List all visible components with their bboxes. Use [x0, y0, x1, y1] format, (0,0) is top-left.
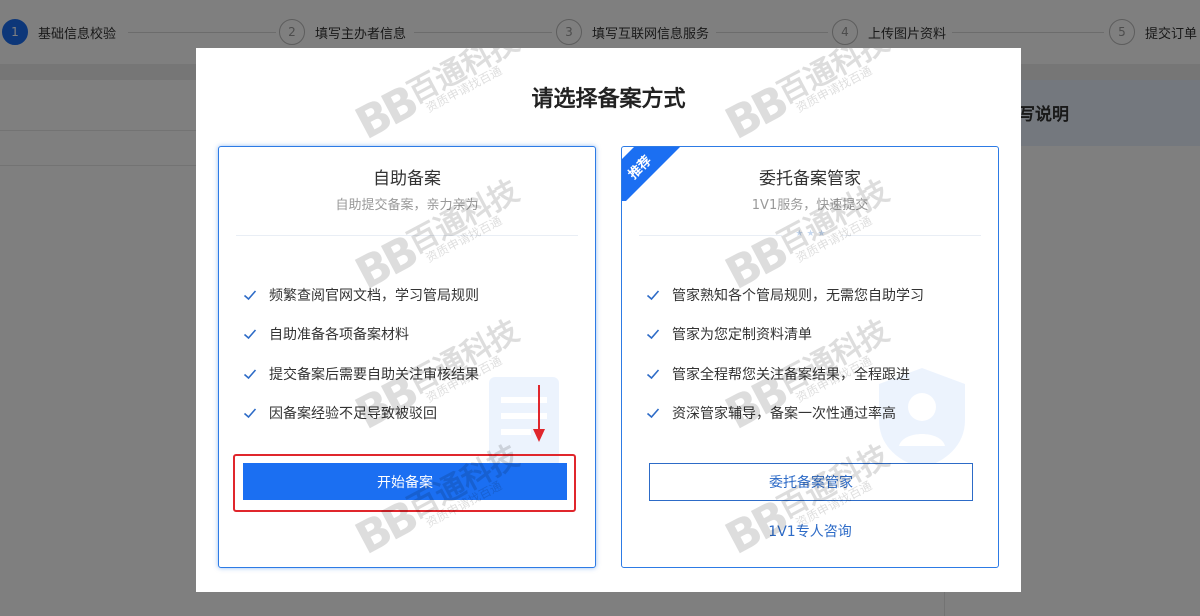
check-icon	[243, 369, 257, 380]
check-icon	[243, 329, 257, 340]
modal-title: 请选择备案方式	[531, 87, 686, 112]
feature-item: 频繁查阅官网文档，学习管局规则	[243, 285, 479, 305]
divider-stars-icon: ★★★	[782, 227, 842, 241]
feature-text: 资深管家辅导，备案一次性通过率高	[672, 406, 896, 422]
card-title: 自助备案	[373, 169, 441, 189]
one-on-one-consult-link[interactable]: 1V1专人咨询	[622, 521, 998, 541]
feature-item: 资深管家辅导，备案一次性通过率高	[646, 403, 896, 423]
feature-item: 管家全程帮您关注备案结果，全程跟进	[646, 364, 910, 384]
card-subtitle: 1V1服务，快速提交	[751, 198, 869, 213]
feature-item: 因备案经验不足导致被驳回	[243, 403, 437, 423]
entrust-manager-button[interactable]: 委托备案管家	[649, 463, 973, 501]
feature-item: 提交备案后需要自助关注审核结果	[243, 364, 479, 384]
feature-text: 频繁查阅官网文档，学习管局规则	[269, 288, 479, 304]
card-title: 委托备案管家	[759, 169, 861, 189]
feature-item: 管家为您定制资料清单	[646, 324, 812, 344]
check-icon	[646, 369, 660, 380]
self-service-card[interactable]: 自助备案 自助提交备案，亲力亲为 频繁查阅官网文档，学习管局规则 自助准备各项备…	[218, 146, 596, 568]
start-filing-button[interactable]: 开始备案	[243, 463, 567, 500]
feature-text: 管家全程帮您关注备案结果，全程跟进	[672, 367, 910, 383]
card-divider	[236, 235, 578, 236]
check-icon	[243, 290, 257, 301]
feature-text: 自助准备各项备案材料	[269, 327, 409, 343]
red-arrow-down-icon	[533, 385, 545, 442]
feature-text: 管家熟知各个管局规则，无需您自助学习	[672, 288, 924, 304]
check-icon	[646, 329, 660, 340]
filing-method-modal: 请选择备案方式 自助备案 自助提交备案，亲力亲为 频繁查阅官网文档，学习管局规则…	[196, 48, 1021, 592]
managed-filing-card[interactable]: 推荐 委托备案管家 1V1服务，快速提交 ★★★ 管家熟知各个管局规则，无需您自…	[621, 146, 999, 568]
feature-text: 提交备案后需要自助关注审核结果	[269, 367, 479, 383]
check-icon	[646, 408, 660, 419]
feature-text: 因备案经验不足导致被驳回	[269, 406, 437, 422]
card-subtitle: 自助提交备案，亲力亲为	[335, 198, 479, 213]
feature-item: 自助准备各项备案材料	[243, 324, 409, 344]
check-icon	[646, 290, 660, 301]
check-icon	[243, 408, 257, 419]
feature-text: 管家为您定制资料清单	[672, 327, 812, 343]
feature-item: 管家熟知各个管局规则，无需您自助学习	[646, 285, 924, 305]
